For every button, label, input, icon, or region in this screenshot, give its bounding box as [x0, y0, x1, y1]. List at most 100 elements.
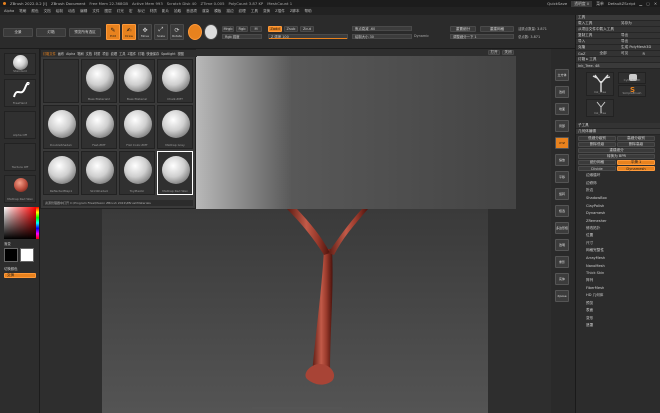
menu-item[interactable]: 描边: [226, 9, 233, 14]
viewport-tool-button[interactable]: 透明: [555, 239, 569, 251]
material-thumb[interactable]: BasicMaterial: [119, 59, 155, 103]
tool-action-button[interactable]: 全部: [600, 51, 618, 56]
viewport-tool-button[interactable]: 框选: [555, 205, 569, 217]
switch-color-button[interactable]: 切换颜色: [4, 266, 18, 271]
default-zscript-button[interactable]: DefaultZScript: [608, 1, 636, 6]
all-button[interactable]: 全景: [3, 28, 33, 37]
palette-subsection[interactable]: ClayPolish: [576, 202, 660, 210]
menu-item[interactable]: 图层: [105, 9, 112, 14]
menu-item[interactable]: Z插件: [275, 9, 285, 14]
menu-item[interactable]: Z脚本: [290, 9, 300, 14]
maximize-icon[interactable]: ▢: [646, 1, 650, 6]
zadd-button[interactable]: Zadd: [268, 26, 282, 32]
popup-tab[interactable]: 灯箱文件: [43, 51, 56, 56]
quicksave-button[interactable]: QuickSave: [547, 1, 567, 6]
tool-action-button[interactable]: GoZ: [578, 52, 596, 56]
texture-thumbnail[interactable]: Texture Off: [4, 143, 36, 171]
popup-tab[interactable]: Spotlight: [161, 52, 175, 56]
horizontal-scrollbar[interactable]: [252, 407, 342, 409]
palette-subsection[interactable]: 阵列: [576, 277, 660, 285]
material-thumb[interactable]: MatCap Gray: [157, 105, 193, 149]
hue-strip[interactable]: [36, 207, 39, 239]
palette-subsection[interactable]: ArrayMesh: [576, 255, 660, 263]
popup-tab[interactable]: 纹理: [111, 51, 117, 56]
color-sphere-icon[interactable]: [204, 24, 218, 40]
tool-action-button[interactable]: 复制工具: [578, 33, 617, 38]
material-thumbnail[interactable]: MatCap Red Wax: [4, 175, 36, 203]
popup-tab[interactable]: 笔刷: [77, 51, 83, 56]
menu-item[interactable]: 拾取: [174, 9, 181, 14]
palette-subsection[interactable]: 网格完整性: [576, 247, 660, 255]
palette-subsection[interactable]: 表面: [576, 307, 660, 315]
reconstruct-subdiv-button[interactable]: 重建细分: [578, 148, 655, 153]
smooth-toggle[interactable]: 平滑 1: [617, 160, 655, 165]
viewport-tool-button[interactable]: 多边形框: [555, 222, 569, 234]
draw-button[interactable]: ✍ Draw: [122, 24, 136, 40]
delete-lower-button[interactable]: 删除低级: [578, 142, 616, 147]
brush-thumbnail[interactable]: Standard: [4, 53, 36, 75]
viewport-tool-button[interactable]: 局部: [555, 120, 569, 132]
viewport-tool-button[interactable]: 平移: [555, 171, 569, 183]
material-sphere-icon[interactable]: [188, 24, 202, 40]
tool-action-button[interactable]: 克隆: [578, 45, 617, 50]
zsub-button[interactable]: Zsub: [284, 26, 298, 32]
popup-tab[interactable]: Z插件: [127, 51, 136, 56]
mrgb-button[interactable]: Mrgb: [222, 26, 234, 32]
menu-item[interactable]: 宏: [129, 9, 133, 14]
menu-item[interactable]: 渲染: [202, 9, 209, 14]
palette-subsection[interactable]: 边缘循环: [576, 172, 660, 180]
menu-item[interactable]: 变换: [263, 9, 270, 14]
color-picker[interactable]: [4, 207, 39, 239]
zcut-button[interactable]: Zcut: [300, 26, 314, 32]
material-thumb[interactable]: Chalk.ZMT: [157, 59, 193, 103]
delete-higher-button[interactable]: 删除高级: [617, 142, 655, 147]
material-thumb[interactable]: MatCap Red Wax: [157, 151, 193, 195]
viewport-tool-button[interactable]: 立方体: [555, 69, 569, 81]
menu-item[interactable]: 标记: [138, 9, 145, 14]
menu-item[interactable]: 模板: [214, 9, 221, 14]
divide-button[interactable]: 细分网格: [578, 160, 616, 165]
lower-res-button[interactable]: 低细分级别: [578, 136, 616, 141]
popup-tab[interactable]: 文档: [86, 51, 92, 56]
rotate-button[interactable]: ⟳ Rotate: [170, 24, 184, 40]
popup-tab[interactable]: 工具: [119, 51, 125, 56]
popup-tab[interactable]: 项目: [102, 51, 108, 56]
focal-shift-slider[interactable]: 焦点衰减 -60: [352, 26, 412, 31]
higher-res-button[interactable]: 高细分级别: [617, 136, 655, 141]
palette-subsection[interactable]: Thick Skin: [576, 270, 660, 278]
tool-action-button[interactable]: 从项目文件中载入工具: [578, 27, 660, 32]
viewport-tool-button[interactable]: 缩放: [555, 154, 569, 166]
viewport-tool-button[interactable]: 地面: [555, 103, 569, 115]
material-thumb[interactable]: ToyPlastic: [119, 151, 155, 195]
viewport-tool-button[interactable]: 旋转: [555, 188, 569, 200]
material-thumb[interactable]: ReflectedMap1: [43, 151, 79, 195]
viewport-canvas[interactable]: [102, 209, 488, 413]
menu-item[interactable]: 动态: [68, 9, 75, 14]
material-thumb[interactable]: Flat Color.ZMT: [119, 105, 155, 149]
menu-item[interactable]: 材质: [150, 9, 157, 14]
popup-tab[interactable]: 画布: [58, 51, 64, 56]
divide-sub-button[interactable]: Divide: [578, 166, 616, 171]
popup-tab[interactable]: 材质: [94, 51, 100, 56]
dynamesh-toggle[interactable]: Dynamesh: [617, 166, 655, 171]
edit-button[interactable]: ✎ Edit: [106, 24, 120, 40]
palette-subsection[interactable]: 尺寸: [576, 240, 660, 248]
material-thumb[interactable]: BasicMaterial2: [81, 59, 117, 103]
tool-thumb-ink-tree-2[interactable]: Ink_Tree: [586, 99, 614, 117]
tool-action-button[interactable]: 生成 PolyMesh3D: [621, 45, 660, 50]
popup-tab[interactable]: Alpha: [66, 52, 75, 56]
menu-item[interactable]: 灯光: [117, 9, 124, 14]
popup-tab[interactable]: 快速保存: [146, 51, 159, 56]
menu-item[interactable]: 颜色: [31, 9, 38, 14]
rgb-button[interactable]: Rgb: [236, 26, 248, 32]
tool-action-button[interactable]: 导出: [621, 39, 660, 44]
swap-button[interactable]: 交换: [4, 273, 36, 278]
viewport-tool-button[interactable]: 实体: [555, 273, 569, 285]
palette-subsection[interactable]: 位置: [576, 232, 660, 240]
gradient-label[interactable]: 渐变: [4, 241, 11, 246]
primary-color-swatch[interactable]: [4, 248, 18, 262]
rgb-strength-slider[interactable]: Rgb 强度: [222, 34, 262, 39]
move-button[interactable]: ✥ Move: [138, 24, 152, 40]
alpha-thumbnail[interactable]: Alpha Off: [4, 111, 36, 139]
menu-item[interactable]: 文件: [92, 9, 99, 14]
